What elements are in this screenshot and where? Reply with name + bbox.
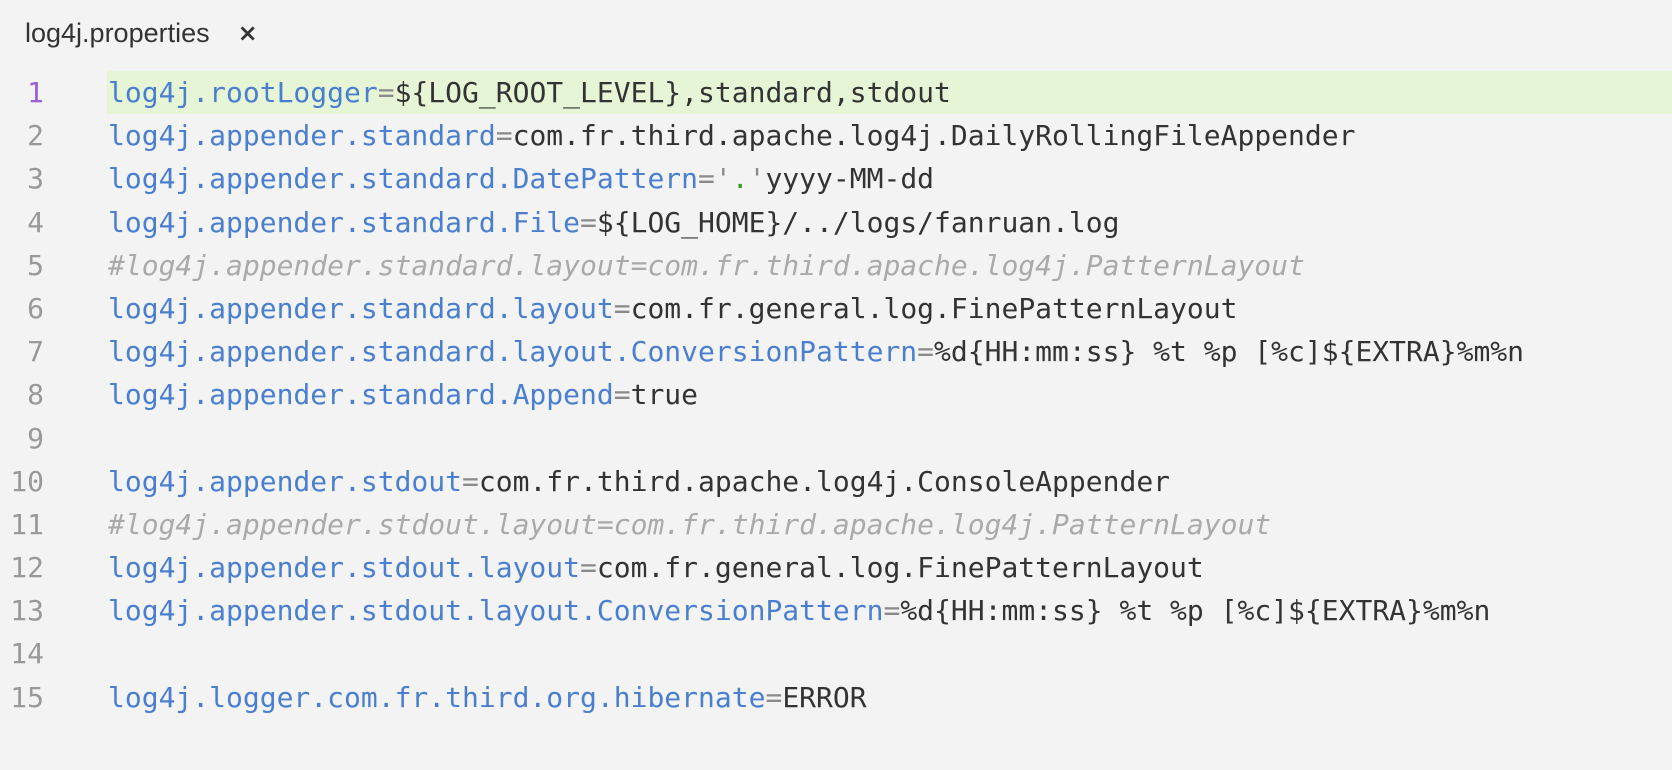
- comment: #log4j.appender.stdout.layout=com.fr.thi…: [108, 507, 1272, 541]
- code-line[interactable]: 9: [0, 417, 1672, 460]
- code-line[interactable]: 13 log4j.appender.stdout.layout.Conversio…: [0, 589, 1672, 632]
- property-key: log4j.appender.standard.File: [108, 205, 581, 239]
- line-content[interactable]: log4j.appender.standard.Append=true: [107, 373, 1672, 416]
- line-number: 1: [27, 76, 44, 109]
- line-number: 14: [10, 637, 44, 671]
- line-number: 7: [27, 335, 44, 369]
- code-line[interactable]: 7 log4j.appender.standard.layout.Conversi…: [0, 330, 1672, 373]
- property-value: yyyy-MM-dd: [765, 162, 935, 196]
- line-content[interactable]: [107, 417, 1672, 460]
- property-value: com.fr.general.log.FinePatternLayout: [630, 291, 1238, 325]
- property-value: ERROR: [782, 680, 867, 714]
- property-key: log4j.appender.standard.DatePattern: [108, 162, 699, 196]
- property-value: com.fr.third.apache.log4j.ConsoleAppende…: [478, 464, 1171, 498]
- code-line[interactable]: 1 log4j.rootLogger=${LOG_ROOT_LEVEL},stan…: [0, 71, 1672, 115]
- line-number: 5: [27, 248, 44, 282]
- comment: #log4j.appender.standard.layout=com.fr.t…: [108, 248, 1305, 282]
- code-line[interactable]: 12 log4j.appender.stdout.layout=com.fr.ge…: [0, 546, 1672, 589]
- line-number: 10: [10, 464, 44, 498]
- property-key: log4j.logger.com.fr.third.org.hibernate: [108, 680, 766, 714]
- operator: =: [613, 378, 631, 412]
- line-content[interactable]: log4j.logger.com.fr.third.org.hibernate=…: [107, 676, 1672, 719]
- close-icon[interactable]: ×: [238, 19, 258, 47]
- property-key: log4j.appender.standard.layout.Conversio…: [108, 335, 918, 369]
- code-line[interactable]: 5 #log4j.appender.standard.layout=com.fr.…: [0, 244, 1672, 287]
- line-number: 6: [27, 291, 44, 325]
- property-value: com.fr.third.apache.log4j.DailyRollingFi…: [512, 119, 1356, 153]
- operator: =': [698, 162, 732, 196]
- property-key: log4j.appender.standard.Append: [108, 378, 614, 412]
- line-number: 2: [27, 119, 44, 153]
- operator: =: [765, 680, 783, 714]
- line-number: 15: [10, 680, 44, 714]
- property-value: %d{HH:mm:ss} %t %p [%c]${EXTRA}%m%n: [934, 335, 1525, 369]
- line-content[interactable]: log4j.appender.stdout.layout.ConversionP…: [107, 589, 1672, 632]
- line-content[interactable]: log4j.appender.standard.layout.Conversio…: [107, 330, 1672, 373]
- line-content[interactable]: #log4j.appender.stdout.layout=com.fr.thi…: [107, 503, 1672, 546]
- property-key: log4j.rootLogger: [108, 76, 378, 109]
- property-value: %d{HH:mm:ss} %t %p [%c]${EXTRA}%m%n: [900, 594, 1491, 628]
- line-content[interactable]: log4j.rootLogger=${LOG_ROOT_LEVEL},stand…: [107, 71, 1672, 115]
- code-editor[interactable]: 1 log4j.rootLogger=${LOG_ROOT_LEVEL},stan…: [0, 71, 1672, 719]
- operator: =: [495, 119, 513, 153]
- property-key: log4j.appender.stdout.layout: [108, 551, 581, 585]
- code-line[interactable]: 4 log4j.appender.standard.File=${LOG_HOME…: [0, 201, 1672, 244]
- code-line[interactable]: 14: [0, 632, 1672, 675]
- property-value: true: [630, 378, 699, 412]
- property-key: log4j.appender.standard.layout: [108, 291, 614, 325]
- line-number: 3: [27, 162, 44, 196]
- code-line[interactable]: 11 #log4j.appender.stdout.layout=com.fr.t…: [0, 503, 1672, 546]
- line-number: 13: [10, 594, 44, 628]
- operator: =: [917, 335, 935, 369]
- line-content[interactable]: log4j.appender.standard.layout=com.fr.ge…: [107, 287, 1672, 330]
- property-value: com.fr.general.log.FinePatternLayout: [596, 551, 1204, 585]
- code-line[interactable]: 6 log4j.appender.standard.layout=com.fr.g…: [0, 287, 1672, 330]
- line-number: 12: [10, 551, 44, 585]
- operator: =: [377, 76, 395, 109]
- line-content[interactable]: log4j.appender.standard.DatePattern='.'y…: [107, 157, 1672, 200]
- string-literal: .: [731, 162, 749, 196]
- line-content[interactable]: #log4j.appender.standard.layout=com.fr.t…: [107, 244, 1672, 287]
- code-line[interactable]: 3 log4j.appender.standard.DatePattern='.'…: [0, 157, 1672, 200]
- code-line[interactable]: 8 log4j.appender.standard.Append=true: [0, 373, 1672, 416]
- property-key: log4j.appender.stdout.layout.ConversionP…: [108, 594, 884, 628]
- line-content[interactable]: log4j.appender.stdout.layout=com.fr.gene…: [107, 546, 1672, 589]
- operator: =: [613, 291, 631, 325]
- operator: =: [462, 464, 479, 498]
- tab-title: log4j.properties: [25, 17, 210, 48]
- property-key: log4j.appender.standard: [108, 119, 496, 153]
- operator: =: [580, 205, 597, 239]
- operator: =: [883, 594, 901, 628]
- line-content[interactable]: [107, 632, 1672, 675]
- code-line[interactable]: 10 log4j.appender.stdout=com.fr.third.apa…: [0, 460, 1672, 503]
- property-value: ${LOG_HOME}/../logs/fanruan.log: [596, 205, 1120, 239]
- editor-tab[interactable]: log4j.properties ×: [0, 0, 258, 66]
- line-number: 9: [27, 421, 44, 455]
- property-key: log4j.appender.stdout: [108, 464, 463, 498]
- property-value: ${LOG_ROOT_LEVEL},standard,stdout: [394, 76, 951, 109]
- line-number: 4: [27, 205, 44, 239]
- line-content[interactable]: log4j.appender.standard.File=${LOG_HOME}…: [107, 201, 1672, 244]
- line-content[interactable]: log4j.appender.stdout=com.fr.third.apach…: [107, 460, 1672, 503]
- operator: =: [580, 551, 597, 585]
- line-number: 11: [10, 507, 44, 541]
- line-content[interactable]: log4j.appender.standard=com.fr.third.apa…: [107, 114, 1672, 157]
- operator: ': [748, 162, 766, 196]
- code-line[interactable]: 2 log4j.appender.standard=com.fr.third.ap…: [0, 114, 1672, 157]
- line-number: 8: [27, 378, 44, 412]
- code-line[interactable]: 15 log4j.logger.com.fr.third.org.hibernat…: [0, 676, 1672, 719]
